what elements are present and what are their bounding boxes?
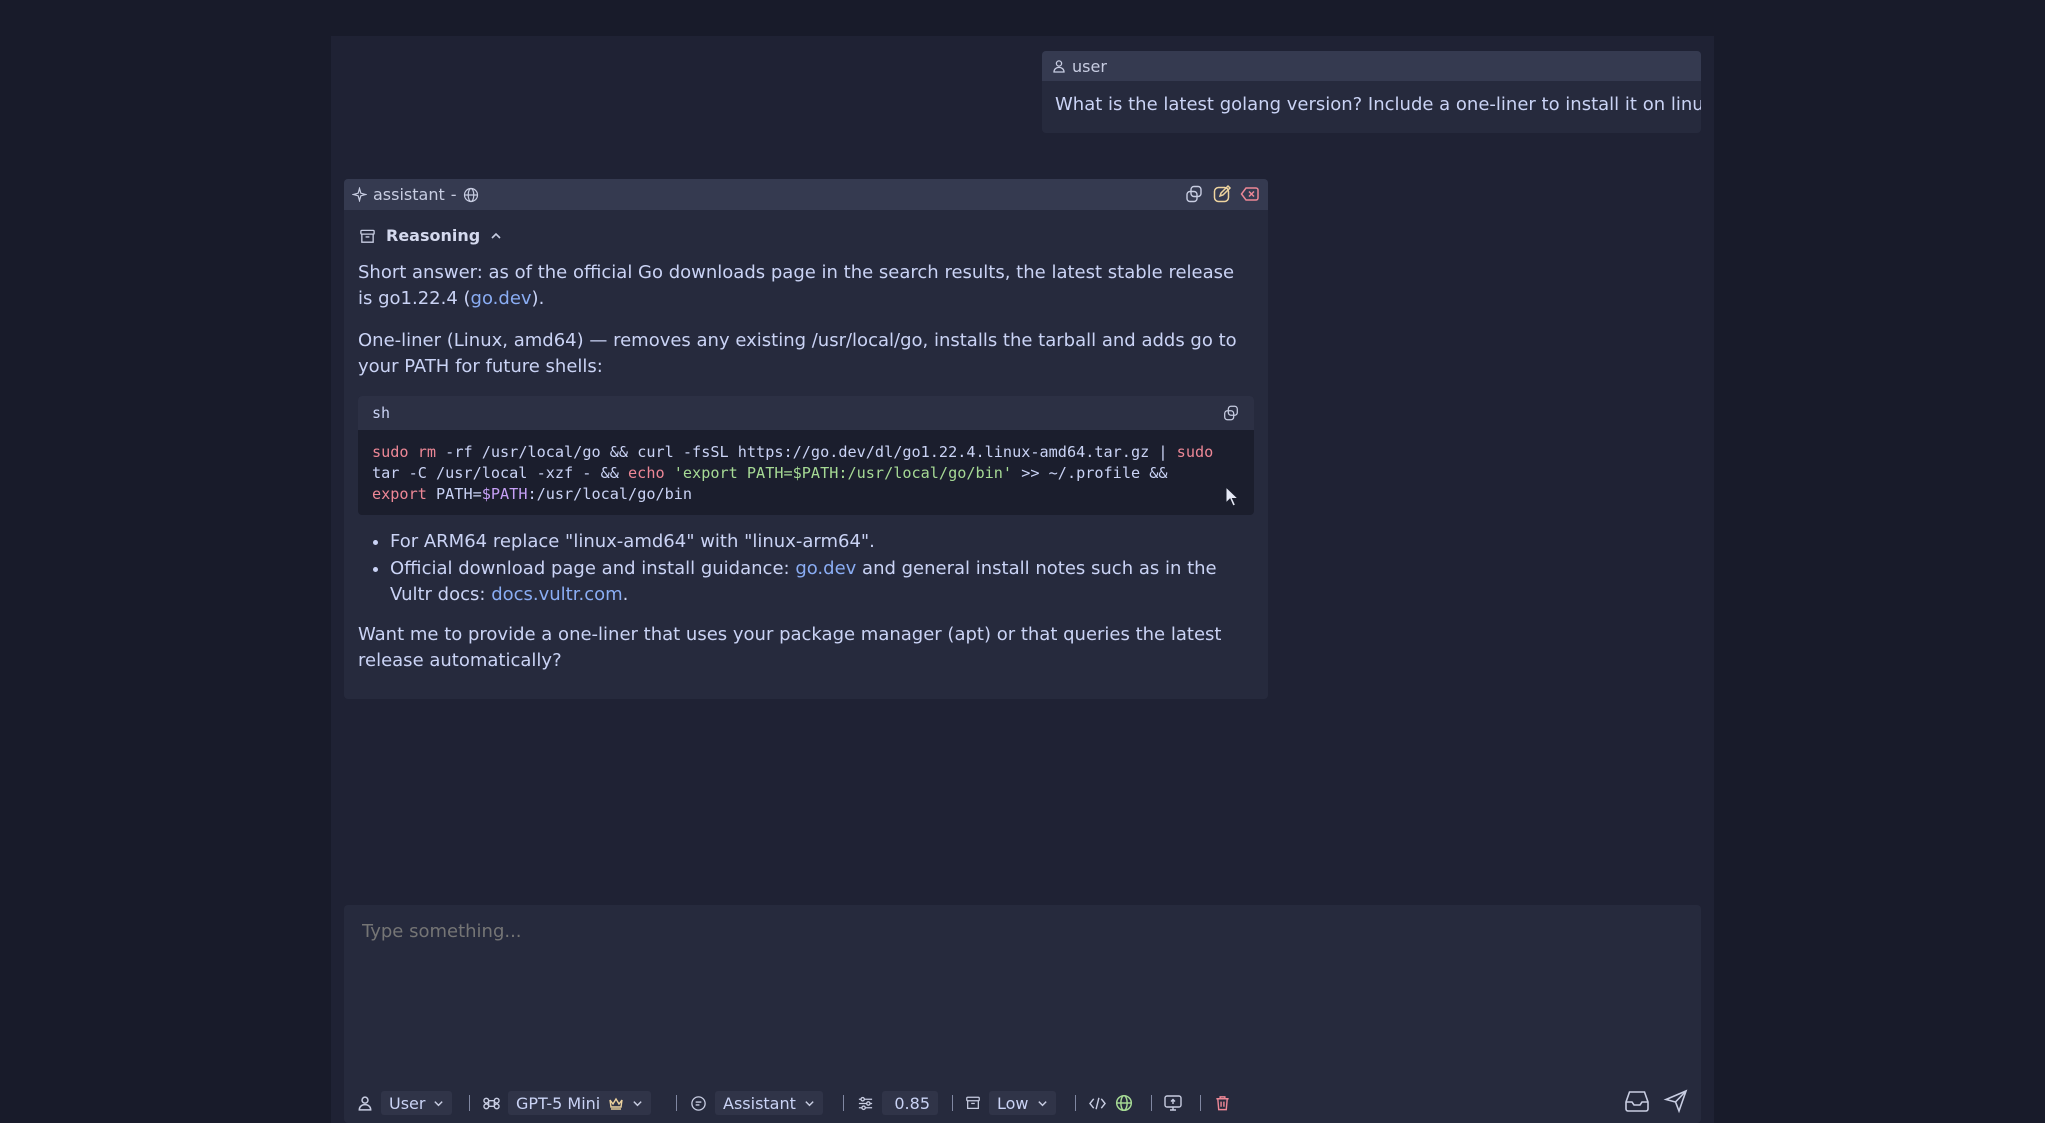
user-message-header: user	[1042, 51, 1701, 81]
screen-share-button[interactable]	[1163, 1088, 1183, 1118]
chevron-down-icon	[433, 1098, 444, 1109]
code-token: tar -C /usr/local -xzf - &&	[372, 464, 619, 482]
assistant-value: Assistant	[723, 1093, 796, 1113]
answer-text: ).	[531, 288, 545, 309]
copy-message-icon[interactable]	[1184, 184, 1204, 204]
model-value: GPT-5 Mini	[516, 1093, 601, 1113]
assistant-role-label: assistant	[373, 185, 445, 204]
toolbar-divider	[1200, 1095, 1201, 1111]
code-token: $PATH	[481, 485, 528, 503]
toolbar-divider	[952, 1095, 953, 1111]
mouse-cursor-icon	[1225, 486, 1241, 508]
copy-code-icon[interactable]	[1222, 404, 1240, 422]
archive-icon	[359, 228, 376, 245]
inbox-icon	[1623, 1088, 1651, 1114]
toolbar-divider	[676, 1095, 677, 1111]
model-selector[interactable]: GPT-5 Mini	[483, 1088, 652, 1118]
model-dropdown[interactable]: GPT-5 Mini	[508, 1091, 652, 1115]
chevron-down-icon	[804, 1098, 815, 1109]
code-token: PATH=	[426, 485, 482, 503]
temperature-control[interactable]: 0.85	[857, 1088, 938, 1118]
user-role-selector[interactable]: User	[357, 1088, 453, 1118]
archive-icon	[965, 1095, 981, 1111]
crown-icon	[608, 1096, 624, 1110]
clear-chat-button[interactable]	[1214, 1088, 1231, 1118]
user-icon	[357, 1095, 373, 1111]
answer-bullet-list: For ARM64 replace "linux-amd64" with "li…	[390, 529, 1254, 608]
send-button[interactable]	[1663, 1086, 1689, 1116]
reasoning-effort-dropdown[interactable]: Low	[989, 1091, 1056, 1115]
vultr-docs-link[interactable]: docs.vultr.com	[491, 584, 622, 605]
assistant-selector[interactable]: Assistant	[690, 1088, 823, 1118]
reasoning-label: Reasoning	[386, 226, 481, 245]
assistant-message-body: Reasoning Short answer: as of the offici…	[344, 210, 1268, 674]
code-icon[interactable]	[1088, 1095, 1107, 1112]
toolbar-divider	[469, 1095, 470, 1111]
code-token: sudo	[372, 443, 409, 461]
code-block: sh sudo rm -rf /usr/local/go && curl -fs…	[358, 396, 1254, 515]
list-item: For ARM64 replace "linux-amd64" with "li…	[390, 529, 1254, 555]
code-token: 'export PATH=$PATH:/usr/local/go/bin'	[673, 464, 1013, 482]
code-token: export	[372, 485, 427, 503]
code-content: sudo rm -rf /usr/local/go && curl -fsSL …	[358, 430, 1254, 515]
go-dev-link[interactable]: go.dev	[795, 558, 856, 579]
header-separator: -	[450, 185, 457, 204]
code-token: >> ~/.profile &&	[1021, 464, 1168, 482]
reasoning-toggle[interactable]: Reasoning	[359, 224, 1254, 248]
reasoning-effort-value: Low	[997, 1093, 1029, 1113]
chevron-down-icon	[632, 1098, 643, 1109]
user-message-text: What is the latest golang version? Inclu…	[1055, 94, 1701, 115]
user-icon	[1052, 59, 1066, 73]
go-dev-link[interactable]: go.dev	[471, 288, 532, 309]
user-role-label: user	[1072, 56, 1107, 76]
sparkle-icon	[352, 187, 367, 202]
trash-icon	[1214, 1094, 1231, 1112]
edit-message-icon[interactable]	[1212, 184, 1232, 204]
answer-paragraph-1: Short answer: as of the official Go down…	[358, 260, 1254, 312]
message-input[interactable]	[362, 921, 1662, 942]
user-role-dropdown[interactable]: User	[381, 1091, 453, 1115]
list-item: Official download page and install guida…	[390, 556, 1254, 608]
assistant-message-header: assistant -	[344, 179, 1268, 210]
answer-paragraph-2: One-liner (Linux, amd64) — removes any e…	[358, 330, 1237, 377]
web-search-globe-icon[interactable]	[1115, 1094, 1133, 1112]
answer-paragraph-3: Want me to provide a one-liner that uses…	[358, 624, 1222, 671]
code-token: rm	[417, 443, 437, 461]
delete-message-icon[interactable]	[1240, 184, 1260, 204]
user-message: user What is the latest golang version? …	[1042, 51, 1701, 133]
assistant-message: assistant - Reasoning Short answer: as o…	[344, 179, 1268, 699]
reasoning-effort-selector[interactable]: Low	[965, 1088, 1056, 1118]
web-search-globe-icon	[463, 187, 479, 203]
toolbar-divider	[843, 1095, 844, 1111]
toolbar-divider	[1151, 1095, 1152, 1111]
send-icon	[1663, 1088, 1689, 1114]
inbox-button[interactable]	[1623, 1086, 1651, 1116]
toolbar-divider	[1075, 1095, 1076, 1111]
code-token: :/usr/local/go/bin	[527, 485, 693, 503]
code-language-label: sh	[372, 404, 391, 422]
code-token: -rf /usr/local/go && curl -fsSL https://…	[436, 443, 1177, 461]
chevron-down-icon	[1037, 1098, 1048, 1109]
code-token: sudo	[1176, 443, 1214, 461]
temperature-input[interactable]: 0.85	[882, 1091, 938, 1115]
code-block-header: sh	[358, 396, 1254, 430]
chevron-up-icon	[490, 230, 502, 242]
command-icon	[483, 1095, 500, 1112]
code-token: echo	[628, 464, 665, 482]
tools-group	[1088, 1088, 1133, 1118]
sliders-icon	[857, 1095, 874, 1112]
monitor-icon	[1163, 1094, 1183, 1112]
assistant-chat-icon	[690, 1095, 707, 1112]
user-role-value: User	[389, 1093, 426, 1113]
assistant-dropdown[interactable]: Assistant	[715, 1091, 823, 1115]
list-item-text: Official download page and install guida…	[390, 558, 796, 579]
list-item-text: .	[622, 584, 629, 605]
